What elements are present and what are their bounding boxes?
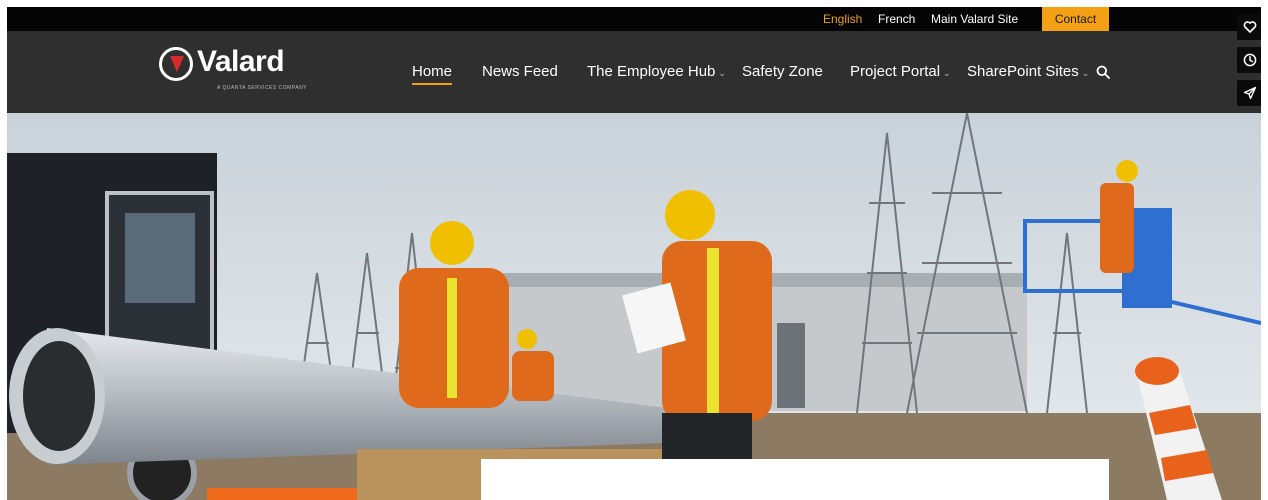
worksite-photo: [7, 113, 1261, 500]
heart-icon: [1243, 21, 1257, 33]
brand-logo[interactable]: Valard A QUANTA SERVICES COMPANY: [159, 45, 309, 95]
history-button[interactable]: [1237, 47, 1261, 73]
valard-v-icon: [159, 47, 193, 81]
utility-bar: English French Main Valard Site Contact: [7, 7, 1261, 33]
hero-image: [7, 113, 1261, 500]
contact-button[interactable]: Contact: [1042, 7, 1109, 33]
share-button[interactable]: [1237, 80, 1261, 106]
nav-label: The Employee Hub: [587, 63, 716, 80]
nav-home[interactable]: Home: [412, 63, 452, 80]
search-icon[interactable]: [1096, 65, 1110, 79]
brand-tagline: A QUANTA SERVICES COMPANY: [217, 85, 308, 91]
send-icon: [1243, 86, 1257, 100]
nav-safety-zone[interactable]: Safety Zone: [742, 63, 823, 80]
brand-name: Valard: [197, 45, 285, 78]
page: English French Main Valard Site Contact …: [7, 7, 1261, 500]
nav-employee-hub[interactable]: The Employee Hub ⌄: [587, 63, 726, 80]
nav-project-portal[interactable]: Project Portal ⌄: [850, 63, 951, 80]
nav-label: Safety Zone: [742, 63, 823, 80]
nav-news-feed[interactable]: News Feed: [482, 63, 558, 80]
nav-label: SharePoint Sites: [967, 63, 1079, 80]
favorite-button[interactable]: [1237, 14, 1261, 40]
chevron-down-icon: ⌄: [718, 68, 726, 78]
nav-label: News Feed: [482, 63, 558, 80]
nav-sharepoint-sites[interactable]: SharePoint Sites ⌄: [967, 63, 1089, 80]
main-navigation: Valard A QUANTA SERVICES COMPANY Home Ne…: [7, 31, 1261, 113]
main-site-link[interactable]: Main Valard Site: [931, 12, 1018, 26]
chevron-down-icon: ⌄: [1081, 68, 1090, 78]
language-english-link[interactable]: English: [823, 12, 862, 26]
active-nav-indicator: [412, 83, 452, 85]
nav-label: Home: [412, 63, 453, 80]
hero-content-card: [481, 459, 1109, 500]
clock-icon: [1243, 53, 1257, 67]
language-french-link[interactable]: French: [878, 12, 915, 26]
nav-label: Project Portal: [850, 63, 941, 80]
chevron-down-icon: ⌄: [943, 68, 951, 78]
